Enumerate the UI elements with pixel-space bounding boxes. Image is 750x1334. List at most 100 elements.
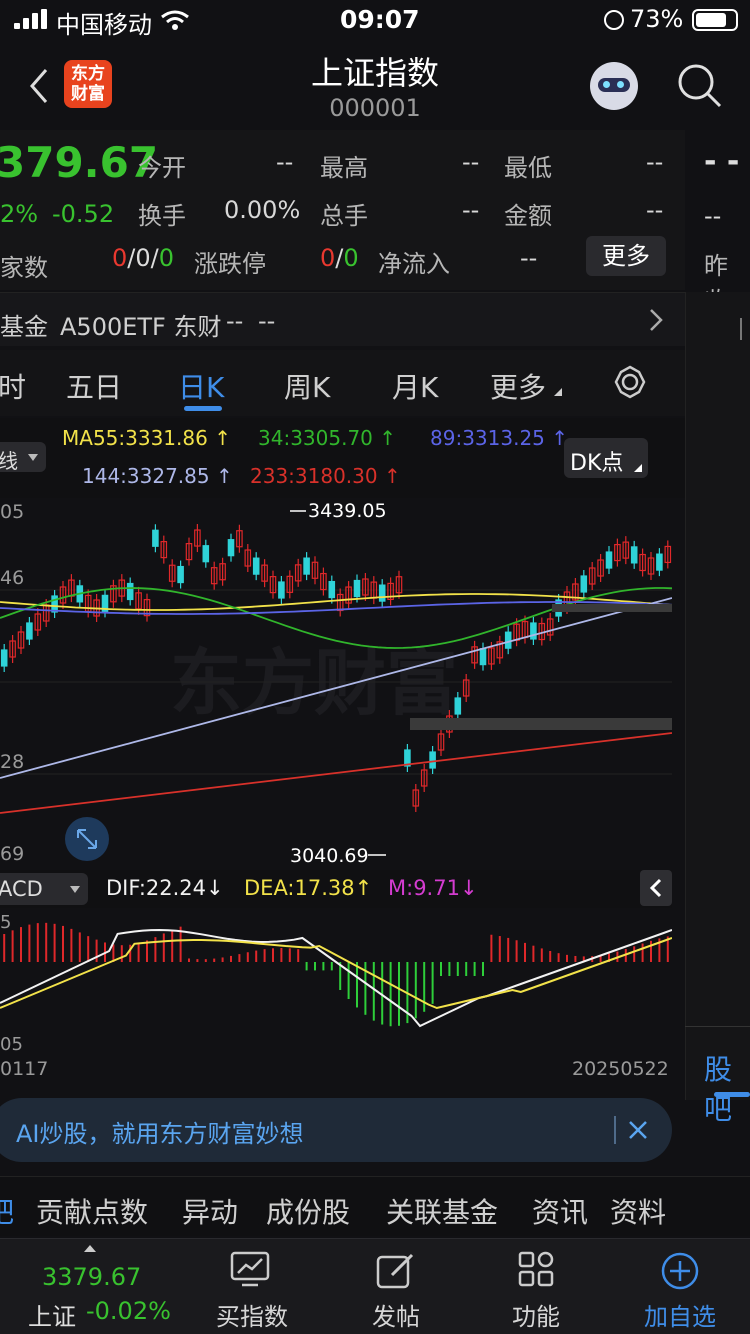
tab-daily-k[interactable]: 日K [178, 366, 224, 406]
ma233-legend: 233:3180.30 ↑ [250, 464, 401, 488]
gap-band-lower [410, 718, 672, 730]
y-label-3: 28 [0, 751, 24, 773]
candle-body [580, 575, 588, 593]
candle-body [530, 622, 537, 640]
ad-text: AI炒股，就用东方财富妙想 [16, 1120, 304, 1148]
right-quote-dash: - - [704, 144, 740, 179]
candle-body [26, 622, 33, 640]
buy-index-button[interactable]: 买指数 [200, 1245, 300, 1331]
close-icon[interactable] [626, 1118, 650, 1142]
candle-body [177, 565, 184, 584]
page-title: 上证指数 [310, 54, 439, 92]
tab-intraday[interactable]: 时 [0, 366, 26, 406]
active-tab-indicator [184, 406, 222, 411]
tab-monthly-k[interactable]: 月K [392, 366, 438, 406]
ma89-legend: 89:3313.25 ↑ [430, 426, 569, 450]
dropdown-triangle-icon [554, 388, 562, 396]
fund-name: A500ETF 东财 [60, 313, 222, 341]
bottom-bar: 3379.67 上证 -0.02% 买指数 发帖 功能 加自选 [0, 1238, 750, 1334]
ma-legend: 线 MA55:3331.86 ↑ 34:3305.70 ↑ 89:3313.25… [0, 418, 685, 498]
robot-avatar-icon[interactable] [590, 62, 638, 110]
subtab-guba[interactable]: 吧 [0, 1191, 14, 1231]
subtab-related-funds[interactable]: 关联基金 [386, 1191, 498, 1231]
count-label: 家数 [0, 254, 48, 282]
fund-value-1: -- [226, 307, 244, 335]
last-price: 379.67 [0, 138, 159, 187]
macd-chart[interactable]: 5 05 [0, 908, 672, 1056]
y-label-1: 05 [0, 501, 24, 523]
expand-chart-icon[interactable] [65, 817, 109, 861]
y-label-2: 46 [0, 567, 24, 589]
function-button[interactable]: 功能 [486, 1245, 586, 1331]
candle-body [479, 648, 487, 666]
y-label-4: 69 [0, 843, 24, 865]
ai-ad-banner[interactable]: AI炒股，就用东方财富妙想 [0, 1098, 672, 1162]
signal-icon [14, 9, 48, 29]
chart-watermark: 东方财富 [170, 641, 458, 725]
change-value: -0.52 [52, 200, 115, 228]
chevron-down-icon [28, 454, 38, 461]
candle-body [378, 584, 386, 602]
candle-body [630, 546, 638, 564]
candle-body [152, 529, 159, 547]
back-button[interactable] [24, 66, 54, 106]
volume-label: 总手 [320, 202, 368, 230]
candle-body [656, 553, 663, 571]
settings-gear-icon[interactable] [612, 364, 648, 400]
subtab-news[interactable]: 资讯 [532, 1191, 588, 1231]
tab-5day[interactable]: 五日 [66, 366, 122, 406]
app-logo: 东方 财富 [64, 60, 112, 108]
subtab-movement[interactable]: 异动 [182, 1191, 238, 1231]
carrier-label: 中国移动 [56, 11, 152, 39]
battery-icon [692, 9, 738, 31]
more-quote-button[interactable]: 更多 [586, 236, 666, 276]
macd-m: M:9.71↓ [388, 876, 478, 900]
candle-body [429, 751, 436, 769]
search-icon[interactable] [676, 62, 724, 110]
fund-row[interactable]: 基金 A500ETF 东财 -- -- [0, 292, 685, 346]
post-button[interactable]: 发帖 [346, 1245, 446, 1331]
high-value: -- [462, 148, 480, 176]
subtab-constituents[interactable]: 成份股 [266, 1191, 350, 1231]
kline-chart[interactable]: 东方财富 05 46 28 69 3439.05 3040.69 [0, 498, 672, 870]
add-watchlist-button[interactable]: 加自选 [630, 1245, 730, 1331]
collapse-panel-button[interactable] [640, 870, 672, 906]
turnover-value: 0.00% [224, 196, 301, 224]
macd-select[interactable]: ACD [0, 873, 88, 905]
plus-circle-icon [660, 1251, 700, 1291]
tab-weekly-k[interactable]: 周K [284, 366, 330, 406]
subtab-contribution[interactable]: 贡献点数 [36, 1191, 148, 1231]
buy-index-label: 买指数 [216, 1303, 288, 1331]
candle-body [303, 557, 310, 575]
right-panel [685, 292, 750, 1100]
date-end: 20250522 [572, 1058, 669, 1080]
ma34-legend: 34:3305.70 ↑ [258, 426, 397, 450]
macd-dif-line [0, 928, 672, 1028]
volume-value: -- [462, 196, 480, 224]
dk-point-button[interactable]: DK点 [564, 438, 648, 478]
candle-body [454, 697, 462, 715]
add-watchlist-label: 加自选 [644, 1303, 716, 1331]
candle-body [126, 582, 134, 601]
limit-label: 涨跌停 [194, 250, 266, 278]
tab-more[interactable]: 更多 [490, 366, 546, 406]
gap-band-upper [552, 604, 672, 612]
change-percent: 2% [0, 200, 39, 228]
edit-pencil-icon [376, 1251, 416, 1291]
macd-dea: DEA:17.38↑ [244, 876, 373, 900]
candle-body [252, 557, 260, 575]
tab-guba[interactable]: 股吧 [704, 1048, 750, 1128]
ma-line-ma233 [0, 732, 672, 814]
subtab-profile[interactable]: 资料 [610, 1191, 666, 1231]
macd-dif: DIF:22.24↓ [106, 876, 224, 900]
candle-body [504, 631, 512, 649]
date-start: 0117 [0, 1058, 49, 1080]
candle-body [51, 595, 58, 613]
line-mode-select[interactable]: 线 [0, 442, 46, 473]
stock-code: 000001 [329, 94, 421, 122]
right-panel-top-glyph [740, 318, 750, 340]
status-bar: 中国移动 09:07 73% [0, 0, 750, 40]
updown-count: 0/0/0 [112, 244, 175, 272]
macd-y-bottom: 05 [0, 1034, 23, 1055]
macd-dea-line [0, 937, 672, 1010]
